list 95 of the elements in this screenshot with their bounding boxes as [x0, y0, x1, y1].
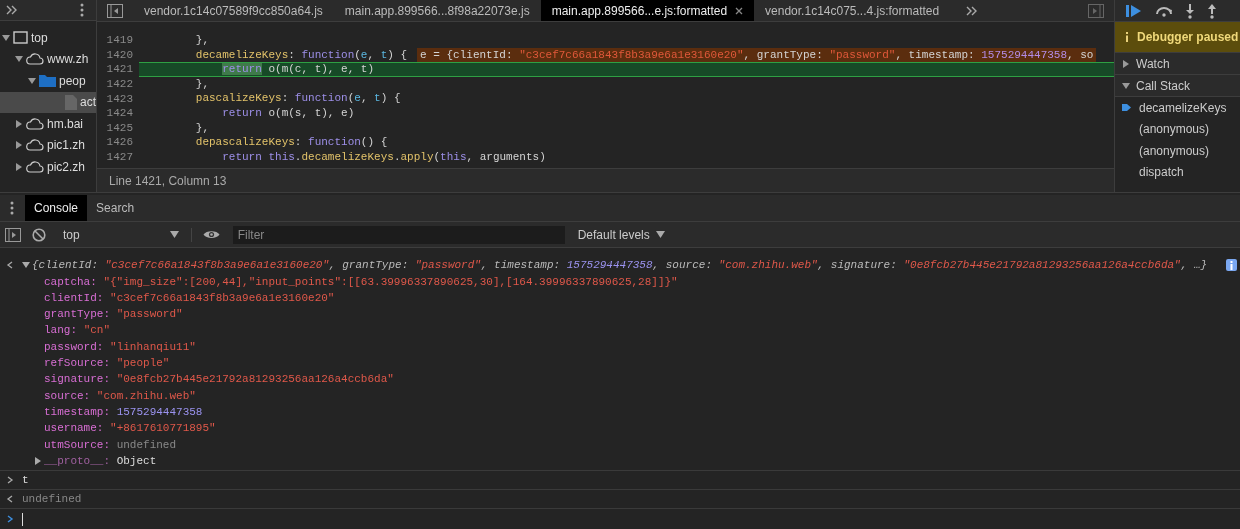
debugger-toggle-icon[interactable]: [1088, 3, 1104, 18]
line-number: 1423: [105, 92, 134, 105]
line-number: 1419: [105, 34, 134, 47]
sidebar-toggle-icon[interactable]: [5, 227, 21, 242]
cloud-icon: [26, 160, 44, 173]
cloud-icon: [26, 53, 44, 66]
paused-banner: Debugger paused: [1115, 22, 1240, 53]
line-number: 1424: [105, 107, 134, 120]
current-frame-icon: [1122, 103, 1131, 113]
tree-item[interactable]: pic2.zh: [0, 156, 96, 178]
line-number: 1425: [105, 121, 134, 134]
property-row: grantType: "password": [44, 308, 183, 321]
property-row: password: "linhanqiu11": [44, 340, 196, 353]
code-line: return this.decamelizeKeys.apply(this, arguments): [221, 149, 546, 165]
expand-triangle-icon[interactable]: [34, 456, 42, 465]
clear-icon[interactable]: [32, 227, 46, 242]
code-line: },: [194, 120, 209, 136]
call-frame[interactable]: decamelizeKeys: [1115, 97, 1240, 119]
menu-icon[interactable]: [80, 3, 84, 17]
drawer-menu-icon[interactable]: [10, 200, 14, 215]
step-over-icon[interactable]: [1155, 4, 1173, 17]
folder-icon: [39, 74, 56, 88]
step-out-icon[interactable]: [1207, 2, 1217, 19]
prompt-chevron-icon: [6, 515, 14, 523]
tree-item[interactable]: peop: [0, 70, 96, 92]
property-row: utmSource: undefined: [44, 438, 177, 451]
call-frame[interactable]: dispatch: [1115, 161, 1240, 183]
prototype-row: __proto__: Object: [44, 454, 157, 467]
input-chevron-icon: [6, 476, 14, 484]
filter-field[interactable]: Filter: [232, 225, 565, 244]
inline-value: e = {clientId: "c3cef7c66a1843f8b3a9e6a1e3160e20", grantType: "password", timestamp: 1575294447358, so: [417, 47, 1097, 62]
close-icon[interactable]: [735, 6, 744, 15]
code-line: },: [194, 76, 209, 92]
drawer-tab[interactable]: Search: [87, 195, 144, 221]
expand-triangle-icon[interactable]: [1122, 59, 1130, 68]
property-row: username: "+8617610771895": [44, 422, 216, 435]
expand-triangle-icon[interactable]: [22, 261, 30, 270]
tree-item[interactable]: hm.bai: [0, 113, 96, 135]
expand-triangle-icon[interactable]: [28, 76, 36, 85]
line-number: 1427: [105, 151, 134, 164]
property-row: signature: "0e8fcb27b445e21792a81293256aa126a4ccb6da": [44, 373, 394, 386]
more-panels-icon[interactable]: [6, 5, 18, 15]
expand-triangle-icon[interactable]: [2, 33, 10, 42]
sidebar-toggle-icon[interactable]: [107, 3, 123, 18]
tree-item[interactable]: act: [0, 91, 96, 113]
resume-icon[interactable]: [1125, 3, 1143, 18]
property-row: captcha: "{"img_size":[200,44],"input_points":[[63.39996337890625,30],[164.39996337890625,28]]}": [44, 275, 678, 288]
call-frame[interactable]: (anonymous): [1115, 118, 1240, 140]
code-line: },: [194, 33, 209, 48]
file-tab[interactable]: main.app.899566...e.js:formatted: [540, 0, 755, 21]
section-header[interactable]: Watch: [1115, 53, 1240, 75]
context-select[interactable]: top: [57, 227, 192, 242]
property-row: source: "com.zhihu.web": [44, 389, 196, 402]
cloud-icon: [26, 117, 44, 130]
property-row: timestamp: 1575294447358: [44, 405, 203, 418]
file-tab[interactable]: vendor.1c14c075...4.js:formatted: [754, 0, 951, 21]
tree-item[interactable]: www.zh: [0, 48, 96, 70]
drawer-tab[interactable]: Console: [25, 195, 88, 221]
expand-triangle-icon[interactable]: [15, 119, 23, 128]
caret-icon: [655, 231, 665, 239]
tree-item[interactable]: top: [0, 27, 96, 49]
object-preview[interactable]: {clientId: "c3cef7c66a1843f8b3a9e6a1e3160e20", grantType: "password", timestamp: 1575294447358, source: "com.zhihu.web", signature: "0e8fcb27b445e21792a81293256aa126a4ccb6da", …}: [32, 259, 1208, 272]
result-text: undefined: [22, 493, 82, 505]
line-number: 1420: [105, 48, 134, 61]
levels-dropdown[interactable]: Default levels: [577, 227, 665, 242]
line-number: 1421: [105, 63, 134, 76]
cloud-icon: [26, 139, 44, 152]
info-badge-icon[interactable]: [1226, 259, 1237, 272]
frame-icon: [13, 31, 28, 45]
code-line: decamelizeKeys: function(e, t) {: [194, 47, 408, 63]
info-icon: [1125, 32, 1129, 42]
section-header[interactable]: Call Stack: [1115, 75, 1240, 97]
file-tab[interactable]: vendor.1c14c07589f9cc850a64.js: [133, 0, 334, 21]
file-tab[interactable]: main.app.899566...8f98a22073e.js: [333, 0, 541, 21]
call-frame[interactable]: (anonymous): [1115, 140, 1240, 162]
file-icon: [65, 94, 77, 110]
tree-item[interactable]: pic1.zh: [0, 134, 96, 156]
step-into-icon[interactable]: [1185, 2, 1195, 19]
code-line: return o(m(s, t), e): [221, 105, 355, 121]
property-row: clientId: "c3cef7c66a1843f8b3a9e6a1e3160e20": [44, 291, 335, 304]
expand-triangle-icon[interactable]: [15, 55, 23, 64]
caret-icon: [169, 231, 179, 239]
cursor-position: Line 1421, Column 13: [109, 173, 227, 188]
property-row: refSource: "people": [44, 357, 170, 370]
code-line: pascalizeKeys: function(e, t) {: [194, 91, 401, 106]
line-number: 1426: [105, 136, 134, 149]
more-tabs-icon[interactable]: [966, 5, 979, 16]
code-line: depascalizeKeys: function() {: [194, 135, 388, 150]
property-row: lang: "cn": [44, 324, 111, 337]
eye-icon[interactable]: [202, 229, 220, 241]
expand-triangle-icon[interactable]: [15, 162, 23, 171]
line-number: 1422: [105, 78, 134, 91]
expand-triangle-icon[interactable]: [1122, 81, 1130, 90]
input-text: t: [22, 474, 29, 486]
expand-triangle-icon[interactable]: [15, 141, 23, 150]
